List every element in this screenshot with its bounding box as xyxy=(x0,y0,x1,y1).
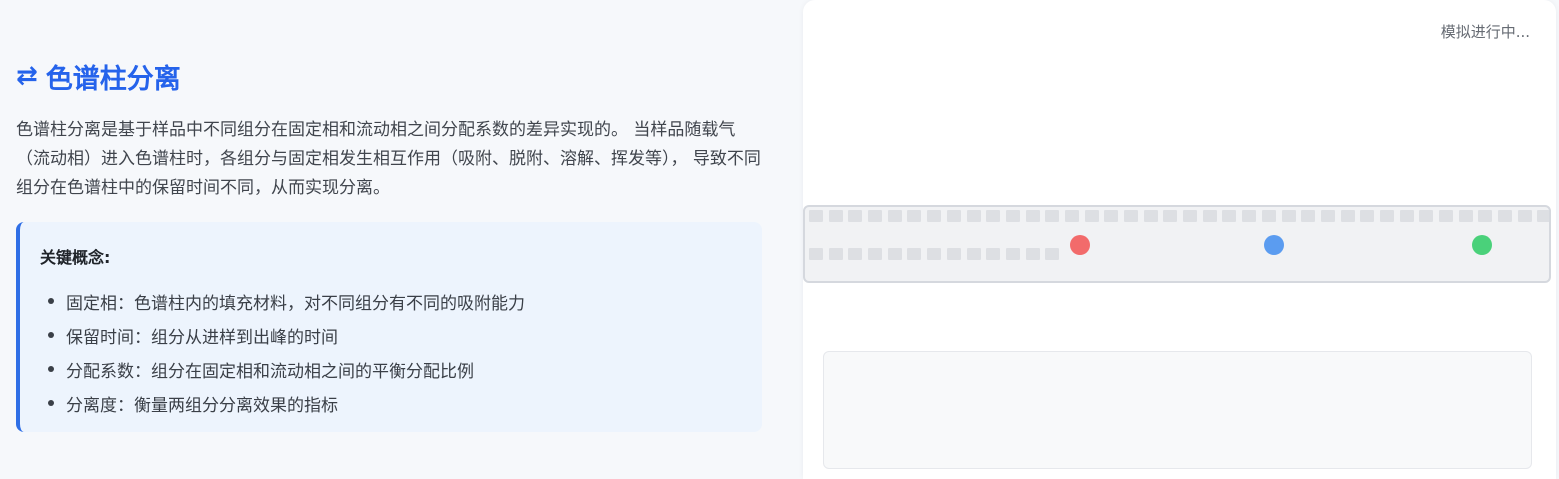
packing-particle xyxy=(1163,210,1178,222)
packing-particle xyxy=(868,210,883,222)
packing-particle xyxy=(946,248,961,260)
bullet-icon xyxy=(48,366,54,372)
swap-arrows-icon: ⇄ xyxy=(16,61,38,91)
packing-particle xyxy=(1517,210,1532,222)
concept-text: 保留时间：组分从进样到出峰的时间 xyxy=(66,327,338,348)
packing-particle xyxy=(1537,210,1549,222)
simulation-panel: 模拟进行中... xyxy=(803,0,1556,479)
component-red-molecule xyxy=(1070,235,1091,255)
concept-item: 固定相：色谱柱内的填充材料，对不同组分有不同的吸附能力 xyxy=(40,284,742,318)
packing-particle xyxy=(1340,210,1355,222)
key-concepts-box: 关键概念: 固定相：色谱柱内的填充材料，对不同组分有不同的吸附能力 保留时间：组分… xyxy=(16,222,762,432)
packing-particle xyxy=(927,248,942,260)
packing-particle xyxy=(1183,210,1198,222)
packing-particle xyxy=(1498,210,1513,222)
packing-particle xyxy=(887,248,902,260)
packing-particle xyxy=(1242,210,1257,222)
packing-particle xyxy=(907,248,922,260)
section-description: 色谱柱分离是基于样品中不同组分在固定相和流动相之间分配系数的差异实现的。 当样品… xyxy=(16,120,761,198)
component-green-molecule xyxy=(1472,235,1493,255)
bullet-icon xyxy=(48,298,54,304)
concept-item: 分离度：衡量两组分分离效果的指标 xyxy=(40,386,742,420)
component-blue-molecule xyxy=(1263,235,1284,255)
packing-particle xyxy=(1222,210,1237,222)
packing-particle xyxy=(1025,210,1040,222)
key-concepts-list: 固定相：色谱柱内的填充材料，对不同组分有不同的吸附能力 保留时间：组分从进样到出峰… xyxy=(40,284,742,420)
packing-particle xyxy=(828,210,843,222)
concept-item: 分配系数：组分在固定相和流动相之间的平衡分配比例 xyxy=(40,352,742,386)
packing-particle xyxy=(1005,210,1020,222)
packing-particle xyxy=(927,210,942,222)
packing-particle xyxy=(1064,210,1079,222)
bullet-icon xyxy=(48,332,54,338)
packing-particle xyxy=(1439,210,1453,222)
packing-particle xyxy=(1084,210,1099,222)
packing-particle xyxy=(848,210,863,222)
bullet-icon xyxy=(48,400,54,406)
packing-particle xyxy=(1301,210,1316,222)
packing-particle xyxy=(1124,210,1138,222)
packing-particle xyxy=(986,210,1001,222)
stationary-phase-bottom xyxy=(809,248,1065,260)
key-concepts-title: 关键概念: xyxy=(40,248,111,267)
packing-particle xyxy=(809,248,823,260)
packing-particle xyxy=(1320,210,1335,222)
packing-particle xyxy=(1025,248,1040,260)
packing-particle xyxy=(1399,210,1414,222)
packing-particle xyxy=(828,248,843,260)
packing-particle xyxy=(1104,210,1119,222)
packing-particle xyxy=(1045,210,1060,222)
chromatogram-area xyxy=(823,351,1532,469)
packing-particle xyxy=(848,248,863,260)
page: ⇄ 色谱柱分离 色谱柱分离是基于样品中不同组分在固定相和流动相之间分配系数的差异… xyxy=(0,0,1559,479)
packing-particle xyxy=(887,210,902,222)
simulation-status: 模拟进行中... xyxy=(1440,23,1530,41)
packing-particle xyxy=(966,248,981,260)
concept-text: 固定相：色谱柱内的填充材料，对不同组分有不同的吸附能力 xyxy=(66,293,525,314)
packing-particle xyxy=(907,210,922,222)
section-heading: ⇄ 色谱柱分离 xyxy=(16,56,766,96)
packing-particle xyxy=(1281,210,1296,222)
stationary-phase-top xyxy=(809,210,1549,222)
packing-particle xyxy=(1458,210,1473,222)
packing-particle xyxy=(809,210,823,222)
section-title: 色谱柱分离 xyxy=(45,63,181,95)
packing-particle xyxy=(1360,210,1375,222)
packing-particle xyxy=(868,248,883,260)
explanation-panel: ⇄ 色谱柱分离 色谱柱分离是基于样品中不同组分在固定相和流动相之间分配系数的差异… xyxy=(16,56,766,432)
packing-particle xyxy=(966,210,981,222)
concept-text: 分配系数：组分在固定相和流动相之间的平衡分配比例 xyxy=(66,361,474,382)
packing-particle xyxy=(946,210,961,222)
packing-particle xyxy=(1261,210,1276,222)
chromatography-column xyxy=(803,205,1551,283)
packing-particle xyxy=(1379,210,1394,222)
packing-particle xyxy=(986,248,1001,260)
packing-particle xyxy=(1478,210,1493,222)
packing-particle xyxy=(1143,210,1158,222)
concept-text: 分离度：衡量两组分分离效果的指标 xyxy=(66,395,338,416)
packing-particle xyxy=(1045,248,1060,260)
packing-particle xyxy=(1202,210,1217,222)
packing-particle xyxy=(1005,248,1020,260)
concept-item: 保留时间：组分从进样到出峰的时间 xyxy=(40,318,742,352)
packing-particle xyxy=(1419,210,1434,222)
